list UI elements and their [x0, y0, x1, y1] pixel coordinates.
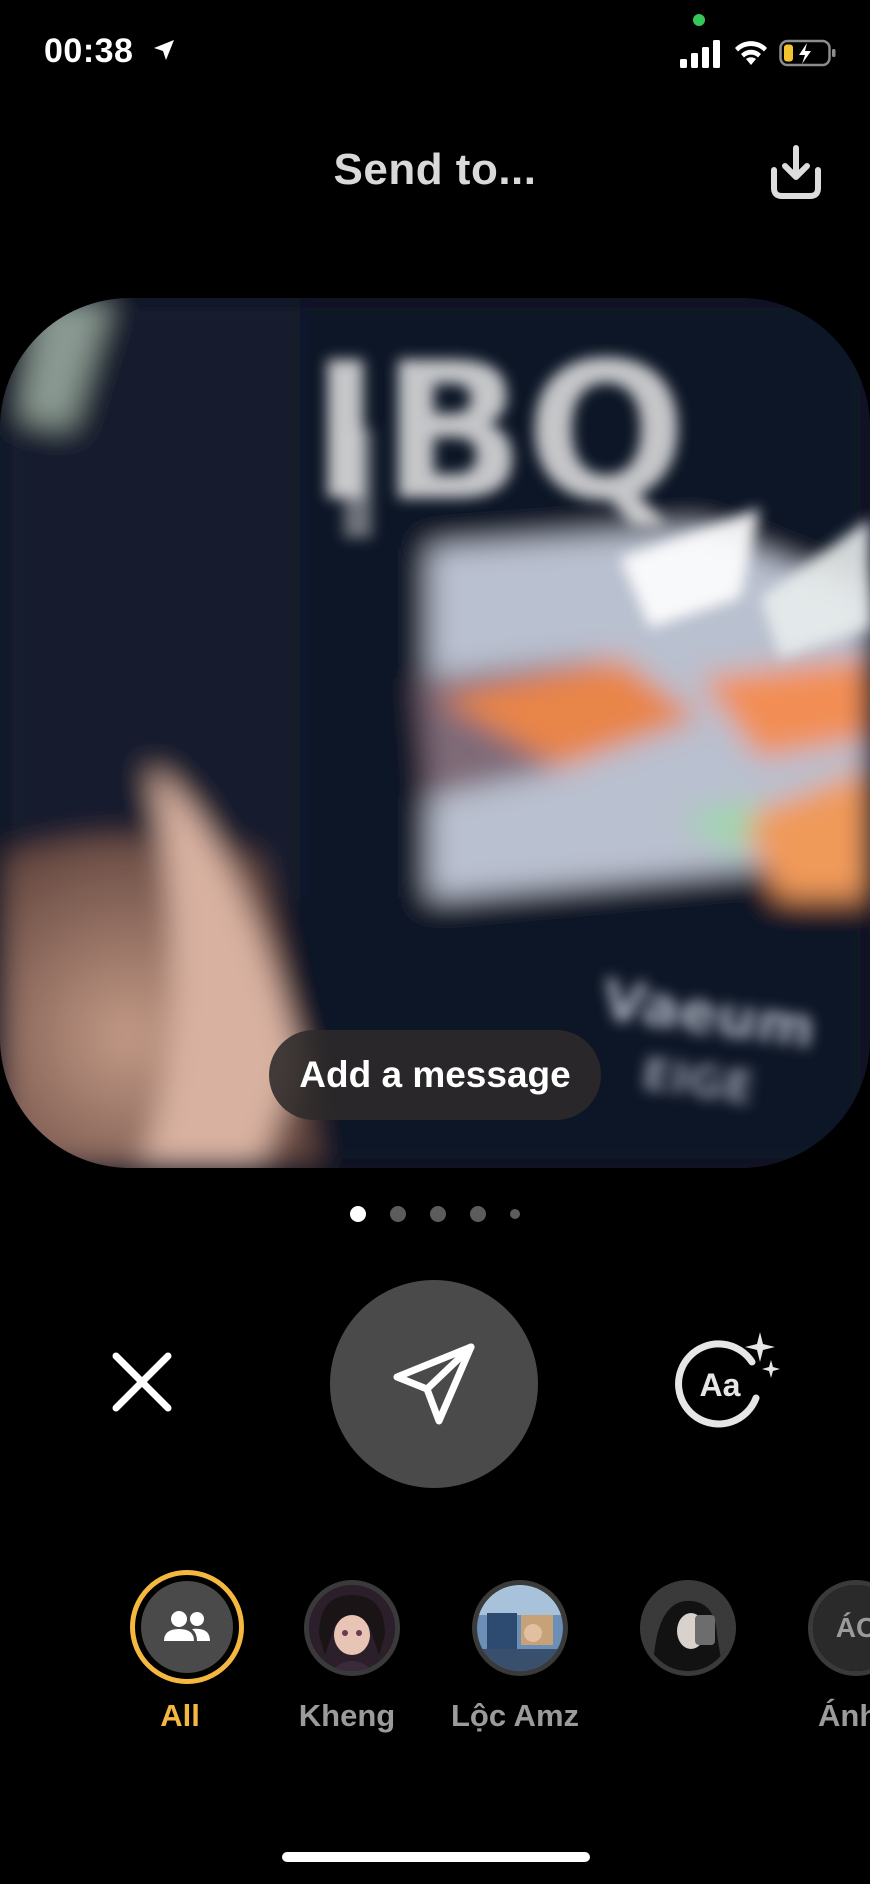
recipient-label: Lộc Amz [450, 1698, 580, 1733]
add-message-field[interactable]: Add a message [269, 1030, 601, 1120]
page-dot-active [350, 1206, 366, 1222]
text-effect-icon: Aa [675, 1332, 780, 1428]
recipient-kheng[interactable]: Kheng [262, 1570, 432, 1750]
status-time: 00:38 [44, 32, 134, 70]
privacy-indicator-dot [693, 14, 705, 26]
text-effect-button[interactable]: Aa [672, 1332, 782, 1432]
avatar [304, 1580, 400, 1676]
recipient-unnamed[interactable] [598, 1570, 768, 1750]
avatar [472, 1580, 568, 1676]
page-title: Send to... [333, 145, 537, 194]
send-paper-plane-icon [393, 1343, 475, 1425]
recipient-avatar-selected [130, 1570, 244, 1684]
download-icon [771, 145, 821, 199]
recipient-label: Ánh [818, 1698, 870, 1733]
avatar: ÁC [808, 1580, 870, 1676]
recipient-label: All [160, 1698, 200, 1733]
avatar [640, 1580, 736, 1676]
page-dot [390, 1206, 406, 1222]
recipient-anh[interactable]: ÁC Ánh [766, 1570, 870, 1750]
page-dot [430, 1206, 446, 1222]
wifi-icon [735, 41, 767, 65]
page-dot [470, 1206, 486, 1222]
recipient-loc-amz[interactable]: Lộc Amz [430, 1570, 600, 1750]
close-icon [112, 1352, 172, 1412]
recipient-list: All Kheng Lộc Amz Á Ánh [0, 1570, 870, 1750]
send-button[interactable] [330, 1280, 538, 1488]
svg-text:Aa: Aa [700, 1367, 741, 1403]
download-button[interactable] [762, 138, 830, 206]
svg-text:I: I [330, 400, 386, 574]
page-indicator [0, 1204, 870, 1224]
recipient-label: Kheng [298, 1698, 396, 1733]
home-indicator[interactable] [282, 1852, 590, 1862]
battery-charging-icon [779, 39, 836, 67]
signal-icon [680, 40, 720, 68]
recipient-all[interactable]: All [95, 1570, 265, 1750]
page-dot [510, 1209, 520, 1219]
close-button[interactable] [100, 1340, 184, 1424]
status-bar: 00:38 [0, 0, 870, 110]
avatar-initials: ÁC [813, 1585, 870, 1671]
location-arrow-icon [154, 40, 174, 60]
group-icon [164, 1611, 210, 1641]
